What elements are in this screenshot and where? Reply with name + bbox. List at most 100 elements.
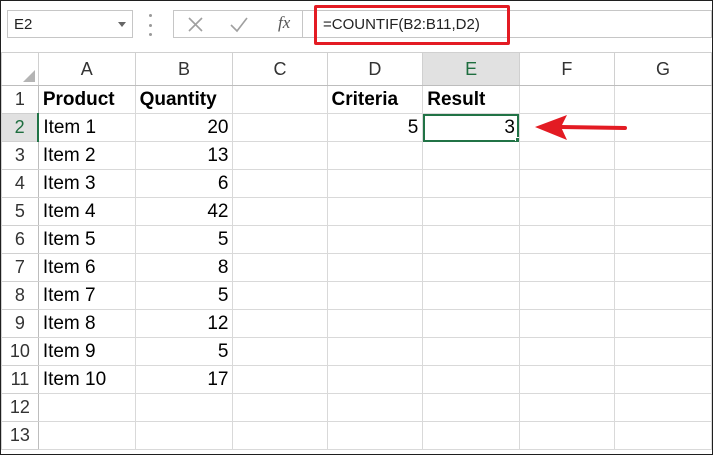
cell[interactable] [326,281,424,310]
row-header[interactable]: 10 [1,337,39,366]
cell[interactable] [422,169,520,198]
cell[interactable] [518,253,615,282]
cell-b10[interactable]: 5 [134,337,234,366]
row-header[interactable]: 6 [1,225,39,254]
cell-b3[interactable]: 13 [134,141,234,170]
cell[interactable] [232,225,328,254]
cell[interactable] [326,141,424,170]
cell[interactable] [232,281,328,310]
cell[interactable] [613,225,712,254]
cell[interactable] [613,169,712,198]
cell-d1[interactable]: Criteria [326,85,424,114]
cell[interactable] [326,365,424,394]
column-header-c[interactable]: C [232,52,328,86]
cell[interactable] [134,393,234,422]
cell-a4[interactable]: Item 3 [37,169,136,198]
row-header[interactable]: 11 [1,365,39,394]
cell[interactable] [326,197,424,226]
formula-bar-resize-handle[interactable] [149,14,153,36]
cell[interactable] [518,225,615,254]
name-box[interactable]: E2 [7,10,133,38]
row-header[interactable]: 2 [1,113,40,142]
cell-a8[interactable]: Item 7 [37,281,136,310]
cell[interactable] [422,281,520,310]
cell[interactable] [232,309,328,338]
row-header[interactable]: 7 [1,253,39,282]
cell-b1[interactable]: Quantity [134,85,234,114]
cell[interactable] [613,309,712,338]
cell[interactable] [134,421,234,450]
fill-handle[interactable] [514,137,519,141]
row-header[interactable]: 13 [1,421,39,450]
cell-c1[interactable] [232,85,328,114]
cell[interactable] [518,337,615,366]
cell[interactable] [613,253,712,282]
cell[interactable] [37,421,136,450]
row-header[interactable]: 3 [1,141,39,170]
cell-g1[interactable] [613,85,712,114]
cell[interactable] [518,197,615,226]
cell-e1[interactable]: Result [422,85,520,114]
cell[interactable] [518,365,615,394]
cell[interactable] [232,253,328,282]
cell-a9[interactable]: Item 8 [37,309,136,338]
cell[interactable] [518,309,615,338]
row-header[interactable]: 9 [1,309,39,338]
cell-a5[interactable]: Item 4 [37,197,136,226]
column-header-e[interactable]: E [422,52,520,86]
cell[interactable] [613,365,712,394]
cell[interactable] [232,169,328,198]
cell-b5[interactable]: 42 [134,197,234,226]
cell[interactable] [232,141,328,170]
cell-a3[interactable]: Item 2 [37,141,136,170]
active-cell-e2[interactable]: 3 [422,113,520,142]
cell-f1[interactable] [518,85,615,114]
cell[interactable] [422,253,520,282]
column-header-a[interactable]: A [37,52,136,86]
cell[interactable] [232,197,328,226]
cell[interactable] [613,197,712,226]
cell[interactable] [518,169,615,198]
cell[interactable] [613,337,712,366]
cell[interactable] [326,393,424,422]
cell-b6[interactable]: 5 [134,225,234,254]
cell-b8[interactable]: 5 [134,281,234,310]
cell[interactable] [326,225,424,254]
cell-a10[interactable]: Item 9 [37,337,136,366]
row-header[interactable]: 1 [1,85,39,114]
cell[interactable] [232,365,328,394]
column-header-b[interactable]: B [134,52,234,86]
cell[interactable] [518,421,615,450]
cell[interactable] [613,421,712,450]
cell[interactable] [326,309,424,338]
cell[interactable] [422,309,520,338]
cell-a11[interactable]: Item 10 [37,365,136,394]
row-header[interactable]: 5 [1,197,39,226]
cell[interactable] [232,337,328,366]
column-header-g[interactable]: G [613,52,712,86]
cell-b11[interactable]: 17 [134,365,234,394]
cell[interactable] [326,253,424,282]
cell[interactable] [326,169,424,198]
row-header[interactable]: 8 [1,281,39,310]
row-header[interactable]: 4 [1,169,39,198]
cell[interactable] [326,421,424,450]
cell[interactable] [326,337,424,366]
cell-b9[interactable]: 12 [134,309,234,338]
cell-c2[interactable] [232,113,328,142]
cell[interactable] [518,281,615,310]
cell[interactable] [518,141,615,170]
cell-d2[interactable]: 5 [326,113,424,142]
cell[interactable] [422,337,520,366]
cell[interactable] [422,365,520,394]
chevron-down-icon[interactable] [118,22,126,27]
cell[interactable] [518,393,615,422]
cell[interactable] [232,421,328,450]
cell-a7[interactable]: Item 6 [37,253,136,282]
check-icon[interactable] [227,14,251,36]
cell[interactable] [422,197,520,226]
cell[interactable] [232,393,328,422]
cell[interactable] [37,393,136,422]
cell[interactable] [613,281,712,310]
cell[interactable] [422,141,520,170]
